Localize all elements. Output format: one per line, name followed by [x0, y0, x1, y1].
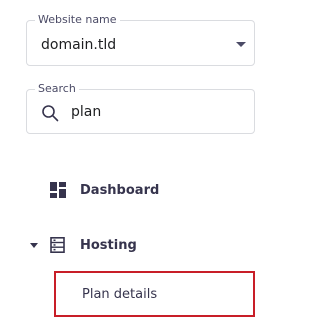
chevron-down-icon[interactable]	[30, 242, 38, 248]
search-field[interactable]: Search	[26, 82, 255, 134]
website-name-label: Website name	[35, 13, 120, 27]
sidebar-item-label: Dashboard	[80, 182, 160, 198]
website-name-select[interactable]: Website name domain.tld	[26, 13, 255, 66]
sidebar-item-hosting[interactable]: Hosting	[30, 232, 137, 258]
dashboard-grid-icon	[50, 182, 66, 198]
sidebar-subitem-label: Plan details	[82, 286, 158, 302]
search-input[interactable]	[71, 102, 241, 122]
sidebar-item-label: Hosting	[80, 237, 137, 253]
sidebar-subitem-plan-details[interactable]: Plan details	[54, 271, 255, 317]
dropdown-caret-icon[interactable]	[236, 42, 246, 47]
website-name-value: domain.tld	[41, 37, 117, 53]
search-icon	[42, 105, 59, 122]
search-label: Search	[35, 82, 79, 96]
server-icon	[50, 237, 65, 253]
sidebar-item-dashboard[interactable]: Dashboard	[50, 177, 159, 203]
